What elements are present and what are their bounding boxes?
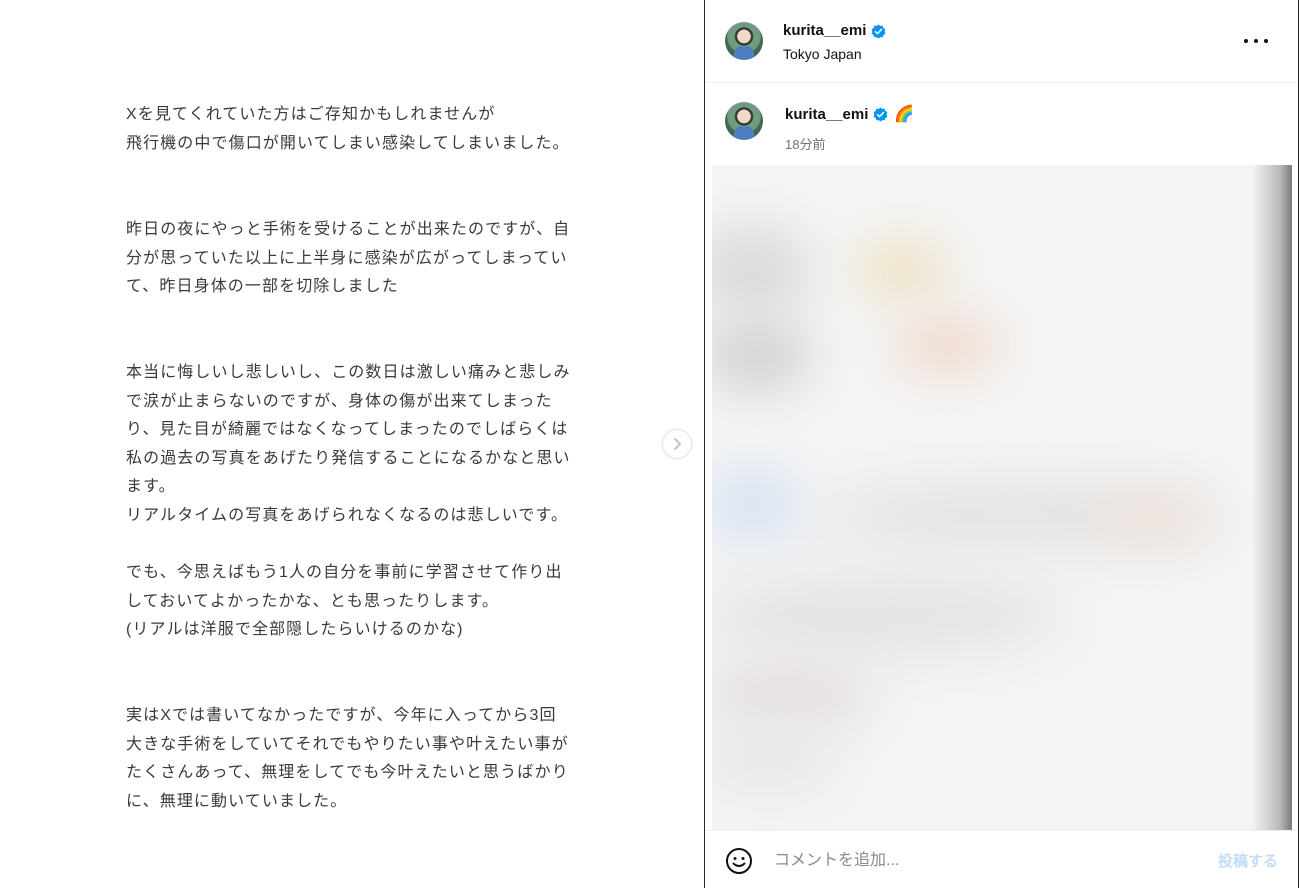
text-line: 本当に悔しいし悲しいし、この数日は激しい痛みと悲しみ [126, 364, 571, 381]
post-image-panel: Xを見てくれていた方はご存知かもしれませんが 飛行機の中で傷口が開いてしまい感染… [0, 0, 705, 888]
text-line: (リアルは洋服で全部隠したらいけるのかな) [126, 621, 464, 639]
verified-icon [873, 107, 888, 122]
chevron-right-icon [674, 438, 681, 450]
text-line: ます。 [126, 478, 176, 496]
text-line: で涙が止まらないのですが、身体の傷が出来てしまった [126, 392, 553, 410]
paragraph-3: 本当に悔しいし悲しいし、この数日は激しい痛みと悲しみ で涙が止まらないのですが、… [126, 359, 570, 531]
text-line: 私の過去の写真をあげたり発信することになるかなと思い [126, 449, 571, 467]
text-line: でも、今思えばもう1人の自分を事前に学習させて作り出 [126, 564, 563, 581]
post-details-panel: kurita__emi Tokyo Japan kurita__emi 🌈 18… [704, 0, 1299, 888]
paragraph-1: Xを見てくれていた方はご存知かもしれませんが 飛行機の中で傷口が開いてしまい感染… [126, 101, 569, 158]
verified-icon [871, 24, 886, 39]
next-image-button[interactable] [662, 429, 692, 459]
comment-bar: 投稿する [705, 830, 1298, 888]
text-line: 実はXでは書いてなかったですが、今年に入ってから3回 [126, 707, 557, 724]
text-line: て、昨日身体の一部を切除しました [126, 278, 399, 296]
text-line: に、無理に動いていました。 [126, 792, 348, 810]
paragraph-4: でも、今思えばもう1人の自分を事前に学習させて作り出 しておいてよかったかな、と… [126, 559, 566, 645]
rainbow-emoji: 🌈 [894, 106, 914, 123]
text-line: リアルタイムの写真をあげられなくなるのは悲しいです。 [126, 506, 569, 524]
header-username[interactable]: kurita__emi [783, 22, 866, 39]
caption-username[interactable]: kurita__emi [785, 106, 868, 123]
post-button[interactable]: 投稿する [1218, 850, 1278, 871]
avatar[interactable] [725, 22, 763, 60]
post-header: kurita__emi Tokyo Japan [705, 0, 1298, 83]
text-line: 飛行機の中で傷口が開いてしまい感染してしまいました。 [126, 134, 570, 152]
text-line: 昨日の夜にやっと手術を受けることが出来たのですが、自 [126, 221, 571, 238]
text-line: り、見た目が綺麗ではなくなってしまったのでしばらくは [126, 421, 569, 439]
caption-avatar[interactable] [725, 102, 763, 140]
text-line: しておいてよかったかな、とも思ったりします。 [126, 592, 500, 610]
more-icon [1244, 39, 1248, 43]
post-time[interactable]: 18分前 [785, 134, 825, 153]
more-options-button[interactable] [1244, 33, 1268, 49]
paragraph-5: 実はXでは書いてなかったですが、今年に入ってから3回 大きな手術をしていてそれで… [126, 702, 569, 816]
comment-input[interactable] [772, 845, 1196, 877]
text-line: 大きな手術をしていてそれでもやりたい事や叶えたい事が [126, 735, 569, 753]
blurred-comments-area [712, 165, 1292, 830]
paragraph-2: 昨日の夜にやっと手術を受けることが出来たのですが、自 分が思っていた以上に上半身… [126, 216, 569, 302]
text-line: Xを見てくれていた方はご存知かもしれませんが [126, 106, 496, 123]
text-line: たくさんあって、無理をしてでも今叶えたいと思うばかり [126, 764, 569, 782]
emoji-icon[interactable] [725, 847, 753, 875]
header-location[interactable]: Tokyo Japan [783, 46, 862, 62]
text-line: 分が思っていた以上に上半身に感染が広がってしまってい [126, 249, 568, 267]
